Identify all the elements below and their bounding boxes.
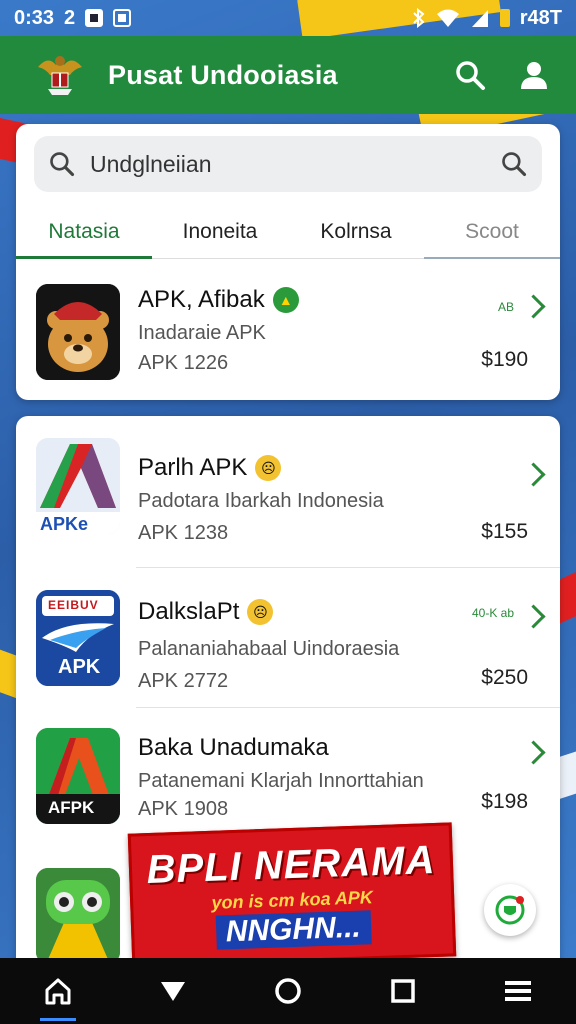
category-tabs: Natasia Inoneita Kolrnsa Scoot xyxy=(16,206,560,259)
app-size: APK 2772 xyxy=(138,670,229,692)
search-submit-icon[interactable] xyxy=(500,150,528,178)
search-icon xyxy=(456,61,485,90)
app-price: $198 xyxy=(481,790,528,813)
app-name: APK, Afibak ▲ xyxy=(138,286,299,314)
app-subtitle: Padotara Ibarkah Indonesia xyxy=(138,490,384,512)
app-icon-apk-red: APKe xyxy=(36,438,120,534)
app-price: $190 xyxy=(481,348,528,371)
app-size: APK 1238 xyxy=(138,522,229,544)
tab-natasia[interactable]: Natasia xyxy=(16,206,152,259)
app-name-text: APK, Afibak xyxy=(138,286,265,313)
app-icon-label: APK xyxy=(58,656,101,678)
list-item[interactable]: AFPK Baka Unadumaka Patanemani Klarjah I… xyxy=(16,708,560,848)
app-icon-robot xyxy=(36,868,120,964)
back-triangle-icon xyxy=(160,982,185,1001)
app-icon-top-label: EEIBUV xyxy=(48,598,99,612)
app-tag: AB xyxy=(497,300,514,314)
app-icon-label: APKe xyxy=(40,514,89,534)
app-title: Pusat Undooiasia xyxy=(108,59,338,90)
app-size: APK 1908 xyxy=(138,798,229,820)
app-subtitle: Palananiahabaal Uindoraesia xyxy=(138,638,400,660)
featured-card: Undglneiian Natasia Inoneita Kolrnsa Sco… xyxy=(16,124,560,400)
tab-kolrnsa[interactable]: Kolrnsa xyxy=(288,206,424,258)
promo-headline: BPLI NERAMA xyxy=(145,837,437,893)
chevron-right-icon[interactable] xyxy=(521,462,546,487)
list-item[interactable]: EEIBUV APK DalkslaPt ☹ Palananiahabaal U… xyxy=(16,568,560,708)
app-icon-apk-blue: EEIBUV APK xyxy=(36,590,120,686)
app-tag: 40-K ab xyxy=(471,606,514,620)
promo-subline: yon is cm koa APK xyxy=(211,887,374,913)
wifi-icon xyxy=(436,9,459,27)
menu-icon xyxy=(505,981,532,1001)
tab-inoneita[interactable]: Inoneita xyxy=(152,206,288,258)
status-time: 0:33 xyxy=(14,6,55,29)
search-button[interactable] xyxy=(446,51,494,99)
tab-scoot[interactable]: Scoot xyxy=(424,206,560,259)
app-icon-label: AFPK xyxy=(48,798,95,817)
search-input[interactable]: Undglneiian xyxy=(90,151,500,178)
app-name: Parlh APK ☹ xyxy=(138,454,282,482)
app-name: Baka Unadumaka xyxy=(138,734,329,762)
status-carrier: r48T xyxy=(519,6,562,29)
system-nav-bar xyxy=(0,958,576,1024)
status-indicator: 2 xyxy=(64,6,76,29)
app-icon-apk-green: AFPK xyxy=(36,728,120,824)
nav-menu-button[interactable] xyxy=(488,961,548,1021)
app-name-text: Baka Unadumaka xyxy=(138,734,329,761)
bluetooth-icon xyxy=(413,8,425,28)
chevron-right-icon[interactable] xyxy=(521,740,546,765)
app-price: $155 xyxy=(481,520,528,543)
search-icon xyxy=(50,152,75,177)
home-icon xyxy=(45,978,71,1005)
battery-icon xyxy=(499,9,510,27)
nav-circle-button[interactable] xyxy=(258,961,318,1021)
chat-bubble-icon xyxy=(495,895,525,925)
app-subtitle: Inadaraie APK xyxy=(138,322,266,344)
nav-back-button[interactable] xyxy=(143,961,203,1021)
app-icon-bear xyxy=(36,284,120,380)
nav-home-button[interactable] xyxy=(28,961,88,1021)
app-size: APK 1226 xyxy=(138,352,229,374)
circle-icon xyxy=(275,978,301,1004)
signal-icon xyxy=(471,10,488,27)
status-bar: 0:33 2 r48T xyxy=(0,0,576,36)
promo-banner[interactable]: BPLI NERAMA yon is cm koa APK NNGHN... xyxy=(127,822,457,968)
search-bar[interactable]: Undglneiian xyxy=(34,136,542,192)
user-icon xyxy=(521,62,547,89)
chevron-right-icon[interactable] xyxy=(521,604,546,629)
app-subtitle: Patanemani Klarjah Innorttahian xyxy=(138,770,424,792)
app-name-text: DalkslaPt xyxy=(138,598,240,625)
square-icon xyxy=(391,979,415,1003)
list-item[interactable]: APK, Afibak ▲ Inadaraie APK APK 1226 AB … xyxy=(16,270,560,398)
chevron-right-icon[interactable] xyxy=(521,294,546,319)
app-bar: Pusat Undooiasia xyxy=(0,36,576,114)
profile-button[interactable] xyxy=(510,51,558,99)
garuda-emblem-icon xyxy=(38,56,82,95)
nav-recents-button[interactable] xyxy=(373,961,433,1021)
face-emoji-icon: ☹ xyxy=(255,455,282,481)
promo-cta: NNGHN... xyxy=(215,910,372,950)
notification-icon xyxy=(85,9,104,27)
message-icon xyxy=(113,9,132,27)
list-item[interactable]: APKe Parlh APK ☹ Padotara Ibarkah Indone… xyxy=(16,428,560,568)
crown-badge-icon: ▲ xyxy=(272,287,299,313)
app-name-text: Parlh APK xyxy=(138,454,248,481)
whatsapp-button[interactable] xyxy=(484,884,536,936)
face-emoji-icon: ☹ xyxy=(247,599,274,625)
app-name: DalkslaPt ☹ xyxy=(138,598,274,626)
app-price: $250 xyxy=(481,666,528,689)
